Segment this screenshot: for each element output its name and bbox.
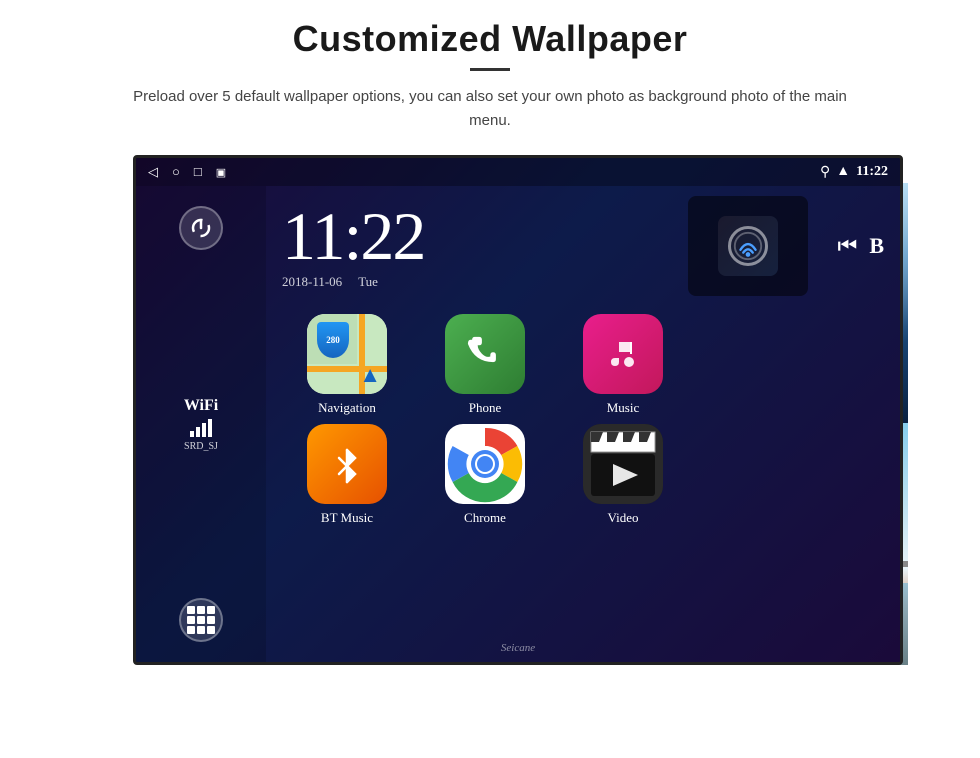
wifi-bar-3	[202, 423, 206, 437]
page-title: Customized Wallpaper	[293, 18, 688, 60]
phone-icon[interactable]	[445, 314, 525, 394]
prev-track-icon[interactable]: ⏮	[838, 233, 858, 259]
media-controls: ⏮ B	[838, 233, 885, 259]
wifi-label: WiFi	[184, 397, 218, 415]
wifi-section: WiFi SRD_SJ	[184, 397, 218, 452]
device-wrapper: Video ◁ ○ □ ▣ ⚲ ▲ 11:22	[75, 155, 905, 685]
wifi-ssid: SRD_SJ	[184, 441, 218, 452]
apps-grid-icon	[187, 606, 215, 634]
music-svg	[601, 332, 645, 376]
center-content: 11:22 2018-11-06 Tue	[266, 186, 900, 662]
status-bar: ◁ ○ □ ▣ ⚲ ▲ 11:22	[136, 158, 900, 186]
nav-shield: 280	[317, 322, 349, 358]
app-label-bt-music: BT Music	[321, 510, 373, 526]
bt-svg	[325, 442, 369, 486]
chrome-svg	[445, 424, 525, 504]
apps-dot-7	[187, 626, 195, 634]
bt-music-icon[interactable]	[307, 424, 387, 504]
clock-time: 11:22	[282, 202, 668, 270]
video-svg	[583, 424, 663, 504]
app-label-chrome: Chrome	[464, 510, 506, 526]
app-label-video: Video	[608, 510, 639, 526]
app-item-chrome[interactable]: Chrome	[420, 424, 550, 526]
status-bar-left: ◁ ○ □ ▣	[148, 164, 226, 180]
media-wifi-svg	[731, 228, 765, 264]
status-time: 11:22	[856, 164, 888, 180]
screen-content: WiFi SRD_SJ	[136, 186, 900, 662]
android-screen: ◁ ○ □ ▣ ⚲ ▲ 11:22	[133, 155, 903, 665]
app-label-phone: Phone	[469, 400, 502, 416]
video-icon[interactable]	[583, 424, 663, 504]
phone-svg	[463, 332, 507, 376]
music-icon[interactable]	[583, 314, 663, 394]
app-label-music: Music	[607, 400, 640, 416]
clock-date: 2018-11-06 Tue	[282, 274, 668, 290]
media-icon	[718, 216, 778, 276]
wifi-bar-2	[196, 427, 200, 437]
chrome-icon[interactable]	[445, 424, 525, 504]
next-track-label[interactable]: B	[869, 233, 884, 259]
location-icon: ⚲	[820, 164, 830, 181]
apps-dot-6	[207, 616, 215, 624]
app-item-music[interactable]: Music	[558, 314, 688, 416]
apps-dot-8	[197, 626, 205, 634]
nav-arrow: ▲	[359, 362, 381, 388]
media-widget[interactable]	[688, 196, 808, 296]
apps-dot-2	[197, 606, 205, 614]
app-grid: 280 ▲ Navigation	[266, 306, 900, 534]
page-container: Customized Wallpaper Preload over 5 defa…	[0, 0, 980, 758]
app-item-video[interactable]: Video	[558, 424, 688, 526]
navigation-icon[interactable]: 280 ▲	[307, 314, 387, 394]
wifi-bar-1	[190, 431, 194, 437]
shield-number: 280	[326, 336, 340, 345]
apps-dot-4	[187, 616, 195, 624]
apps-dot-5	[197, 616, 205, 624]
power-button[interactable]	[179, 206, 223, 250]
screenshot-icon[interactable]: ▣	[216, 166, 226, 179]
app-label-navigation: Navigation	[318, 400, 376, 416]
apps-dot-3	[207, 606, 215, 614]
clock-section: 11:22 2018-11-06 Tue	[282, 202, 668, 290]
clock-day-value: Tue	[358, 274, 378, 290]
title-divider	[470, 68, 510, 71]
recents-icon[interactable]: □	[194, 164, 202, 180]
signal-icon: ▲	[836, 164, 850, 180]
left-sidebar: WiFi SRD_SJ	[136, 186, 266, 662]
wifi-circle-media	[728, 226, 768, 266]
apps-dot-9	[207, 626, 215, 634]
home-icon[interactable]: ○	[172, 164, 180, 180]
app-item-navigation[interactable]: 280 ▲ Navigation	[282, 314, 412, 416]
page-description: Preload over 5 default wallpaper options…	[130, 85, 850, 133]
power-icon	[190, 217, 212, 239]
wifi-bar-4	[208, 419, 212, 437]
app-item-phone[interactable]: Phone	[420, 314, 550, 416]
back-icon[interactable]: ◁	[148, 164, 158, 180]
nav-map-bg: 280 ▲	[307, 314, 387, 394]
apps-dot-1	[187, 606, 195, 614]
clock-area: 11:22 2018-11-06 Tue	[266, 186, 900, 306]
wifi-bars	[184, 419, 218, 437]
app-item-bt-music[interactable]: BT Music	[282, 424, 412, 526]
status-bar-right: ⚲ ▲ 11:22	[820, 164, 888, 181]
clock-date-value: 2018-11-06	[282, 274, 342, 290]
apps-button[interactable]	[179, 598, 223, 642]
